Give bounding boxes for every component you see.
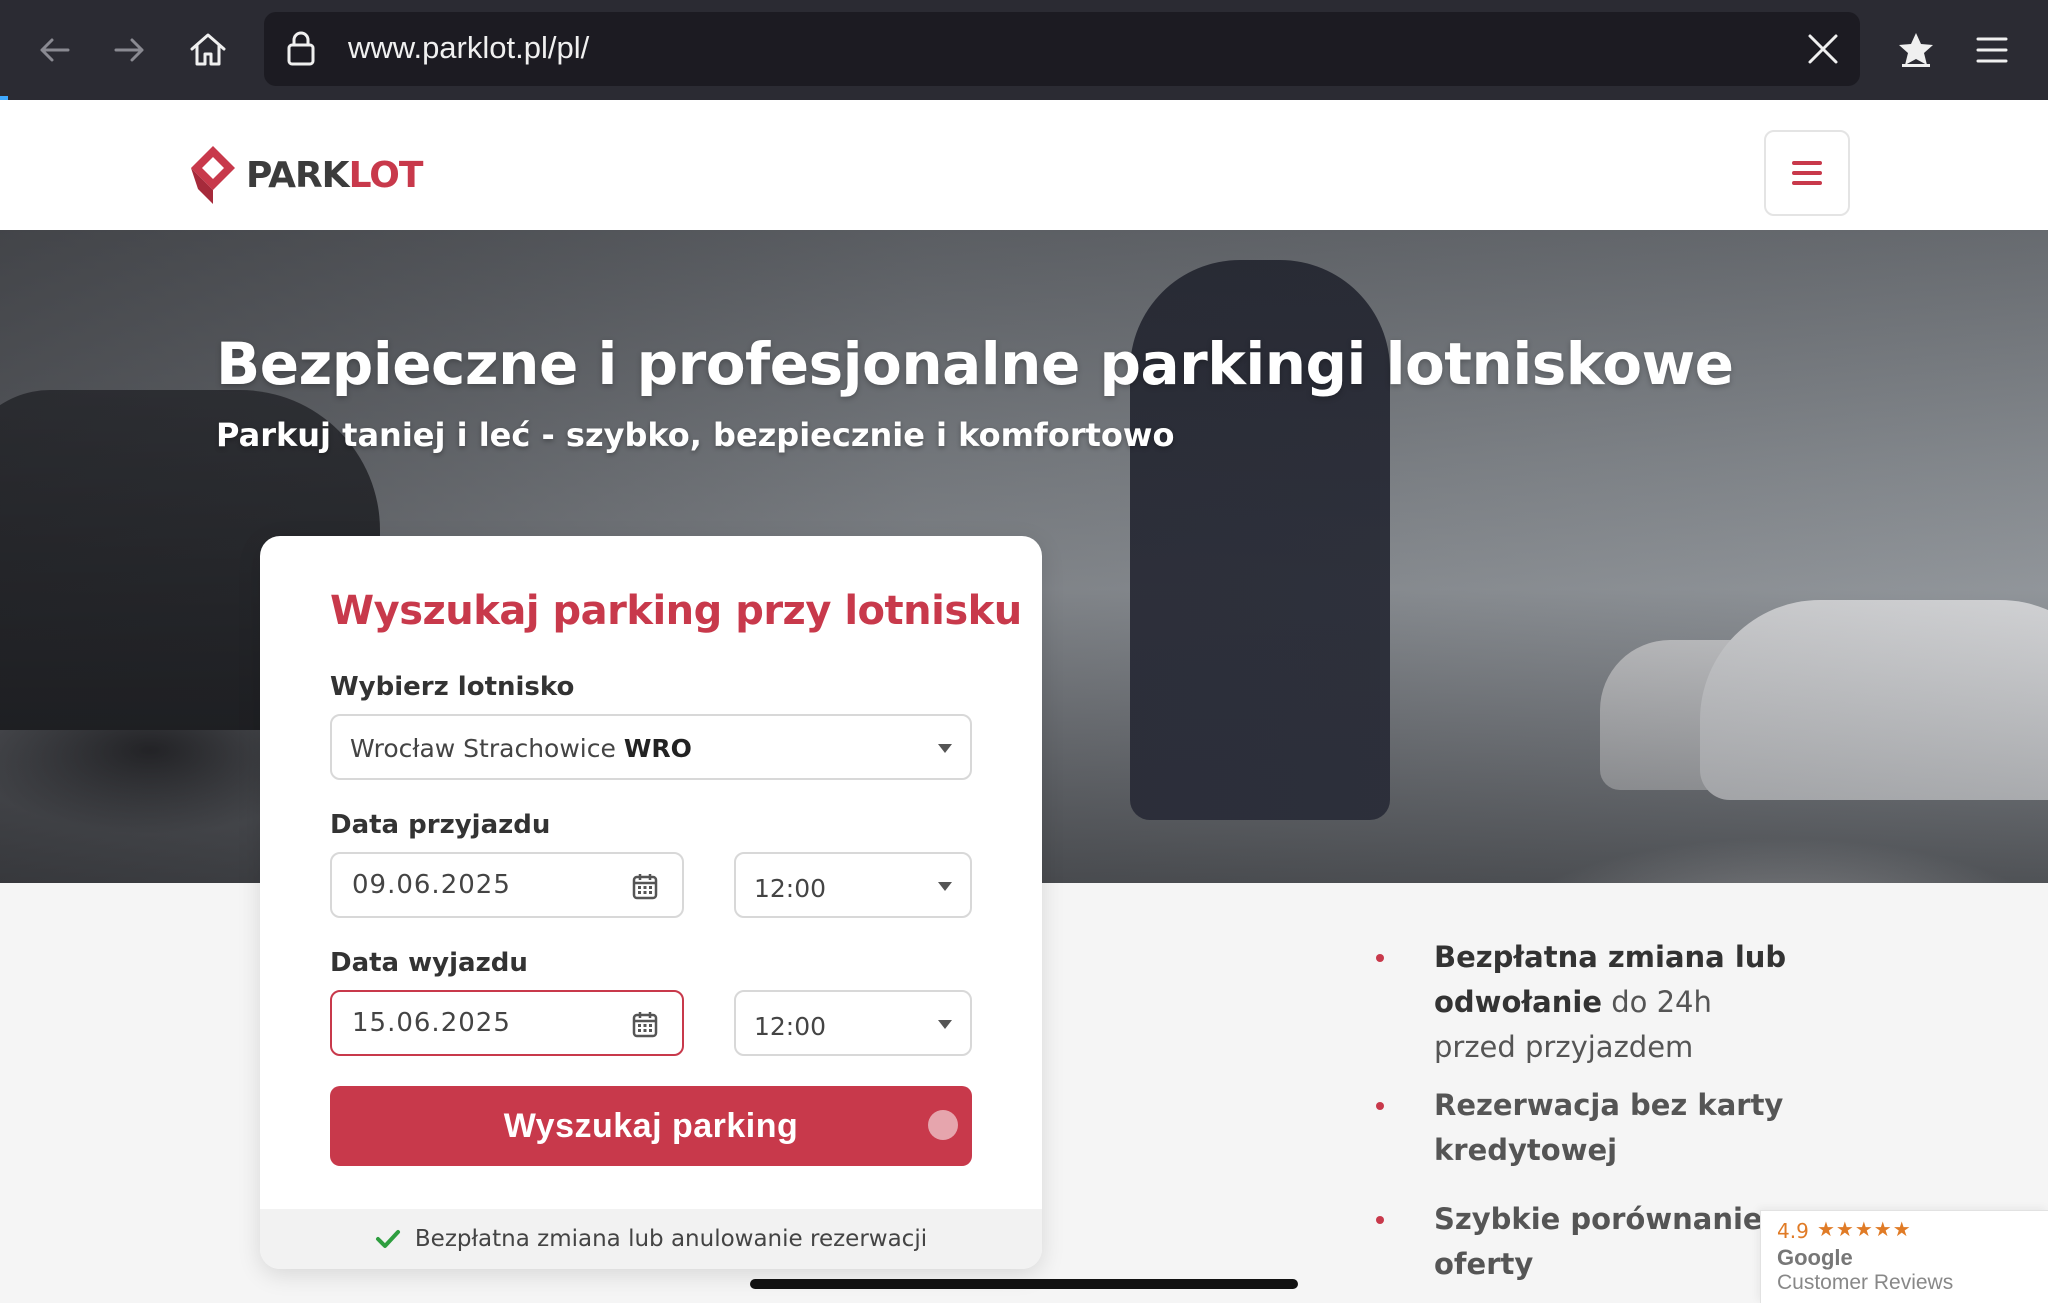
parklot-logo[interactable]: PARKLOT (188, 144, 423, 206)
browser-menu-button[interactable] (1960, 18, 2024, 82)
forward-button[interactable] (98, 18, 162, 82)
hamburger-icon (1792, 161, 1822, 185)
menu-icon (1976, 37, 2008, 63)
home-button[interactable] (176, 18, 240, 82)
parklot-logo-mark-icon (191, 146, 235, 204)
hero-title: Bezpieczne i profesjonalne parkingi lotn… (216, 330, 1734, 398)
arrival-date-input[interactable]: 09.06.2025 (330, 852, 684, 918)
browser-toolbar: www.parklot.pl/pl/ (0, 0, 2048, 100)
free-cancellation-text: Bezpłatna zmiana lub anulowanie rezerwac… (414, 1226, 928, 1252)
free-cancellation-note: Bezpłatna zmiana lub anulowanie rezerwac… (260, 1209, 1042, 1269)
calendar-icon[interactable] (632, 1010, 658, 1038)
bullet-icon (1376, 954, 1384, 962)
benefit-item-no-card: Rezerwacja bez karty kredytowej (1372, 1083, 1792, 1197)
customer-reviews-label: Customer Reviews (1777, 1271, 1954, 1294)
back-button[interactable] (22, 18, 86, 82)
checkmark-icon (375, 1230, 400, 1248)
chevron-down-icon (938, 744, 952, 753)
star-rating-icon: ★★★★★ (1817, 1217, 1912, 1241)
airport-select[interactable]: Wrocław Strachowice WRO (330, 714, 972, 780)
chevron-down-icon (938, 1020, 952, 1029)
touch-indicator (928, 1110, 958, 1140)
arrival-time-value: 12:00 (754, 874, 827, 903)
url-text: www.parklot.pl/pl/ (348, 30, 590, 65)
departure-time-value: 12:00 (754, 1012, 827, 1041)
logo-wordmark: PARKLOT (246, 154, 423, 196)
departure-date-input[interactable]: 15.06.2025 (330, 990, 684, 1056)
site-header: PARKLOT (0, 100, 2048, 230)
back-arrow-icon (40, 38, 70, 62)
forward-arrow-icon (114, 38, 144, 62)
airport-select-value: Wrocław Strachowice WRO (350, 734, 692, 763)
search-parking-button-label: Wyszukaj parking (503, 1106, 799, 1145)
airport-label: Wybierz lotnisko (330, 672, 575, 702)
arrival-time-select[interactable]: 12:00 (734, 852, 972, 918)
arrival-date-value: 09.06.2025 (352, 870, 511, 900)
bookmarks-button[interactable] (1884, 18, 1948, 82)
parking-search-form: Wyszukaj parking przy lotnisku Wybierz l… (260, 536, 1042, 1269)
address-bar[interactable]: www.parklot.pl/pl/ (264, 12, 1860, 86)
bookmark-star-icon (1899, 33, 1933, 67)
bullet-icon (1376, 1102, 1384, 1110)
departure-time-select[interactable]: 12:00 (734, 990, 972, 1056)
close-icon[interactable] (1806, 32, 1840, 66)
benefits-list: Bezpłatna zmiana lub odwołanie do 24h pr… (1372, 935, 1792, 1287)
home-indicator[interactable] (750, 1279, 1298, 1289)
calendar-icon[interactable] (632, 872, 658, 900)
departure-date-label: Data wyjazdu (330, 948, 528, 978)
lock-icon (287, 31, 315, 66)
site-menu-button[interactable] (1764, 130, 1850, 216)
bullet-icon (1376, 1216, 1384, 1224)
hero-subtitle: Parkuj taniej i leć - szybko, bezpieczni… (216, 416, 1175, 454)
review-rating: 4.9 (1777, 1219, 1809, 1243)
departure-date-value: 15.06.2025 (352, 1008, 511, 1038)
google-reviews-badge[interactable]: 4.9 ★★★★★ Google Customer Reviews (1760, 1210, 2048, 1303)
arrival-date-label: Data przyjazdu (330, 810, 551, 840)
google-label: Google (1777, 1245, 1853, 1270)
search-form-title: Wyszukaj parking przy lotnisku (330, 588, 1022, 634)
home-icon (190, 33, 226, 66)
benefit-item-free-change: Bezpłatna zmiana lub odwołanie do 24h pr… (1372, 935, 1792, 1083)
chevron-down-icon (938, 882, 952, 891)
search-parking-button[interactable]: Wyszukaj parking (330, 1086, 972, 1166)
benefit-item-compare: Szybkie porównanie oferty (1372, 1197, 1792, 1287)
